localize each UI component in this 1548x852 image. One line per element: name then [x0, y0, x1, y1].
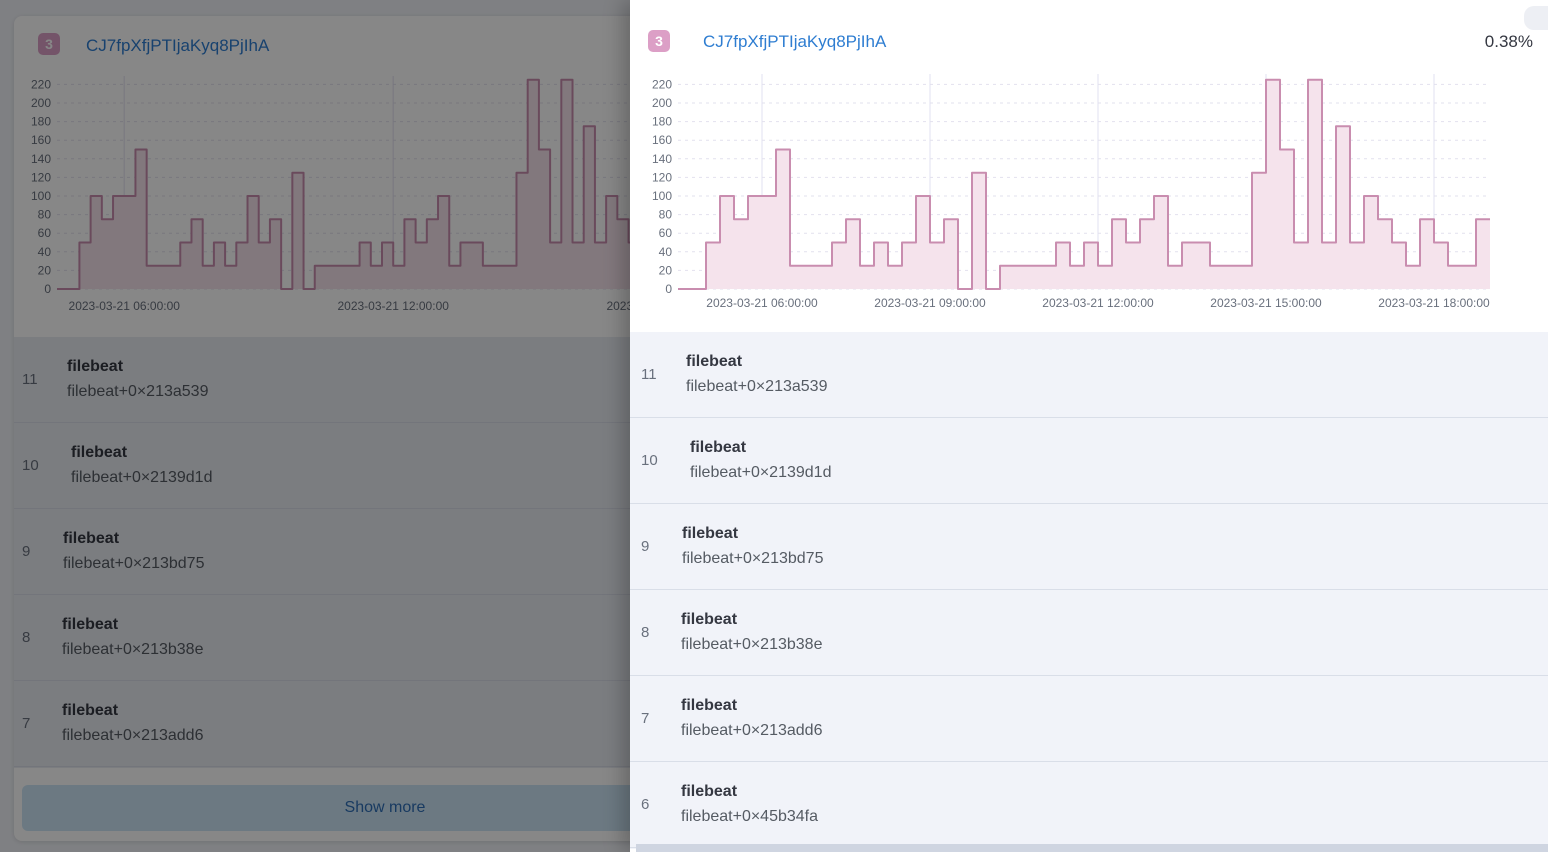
svg-text:40: 40 [659, 245, 673, 259]
detail-flyout: 3 CJ7fpXfjPTIjaKyq8PjIhA 0.38% 020406080… [630, 0, 1548, 852]
frame-index: 8 [630, 624, 681, 641]
frame-name: filebeat [681, 783, 818, 801]
svg-text:100: 100 [652, 189, 672, 203]
svg-text:220: 220 [652, 77, 672, 91]
frame-row: 10 filebeat filebeat+0×2139d1d [630, 418, 1548, 504]
function-title-link[interactable]: CJ7fpXfjPTIjaKyq8PjIhA [703, 32, 886, 52]
frame-info: filebeat filebeat+0×213a539 [681, 353, 827, 396]
frame-index: 11 [630, 366, 681, 383]
frame-index: 10 [630, 452, 681, 469]
svg-text:180: 180 [652, 115, 672, 129]
frame-info: filebeat filebeat+0×213add6 [681, 697, 822, 740]
svg-text:2023-03-21 18:00:00: 2023-03-21 18:00:00 [1378, 296, 1490, 310]
bottom-bar [636, 844, 1548, 852]
svg-text:2023-03-21 15:00:00: 2023-03-21 15:00:00 [1210, 296, 1322, 310]
flyout-close-button[interactable] [1524, 6, 1548, 30]
frame-name: filebeat [682, 525, 823, 543]
sample-percentage: 0.38% [1485, 32, 1533, 52]
svg-text:2023-03-21 12:00:00: 2023-03-21 12:00:00 [1042, 296, 1154, 310]
frame-row: 8 filebeat filebeat+0×213b38e [630, 590, 1548, 676]
frame-info: filebeat filebeat+0×213bd75 [681, 525, 823, 568]
svg-text:160: 160 [652, 133, 672, 147]
frame-address: filebeat+0×213b38e [681, 636, 822, 654]
svg-text:2023-03-21 06:00:00: 2023-03-21 06:00:00 [706, 296, 818, 310]
frame-row: 6 filebeat filebeat+0×45b34fa [630, 762, 1548, 848]
svg-text:80: 80 [659, 208, 673, 222]
rank-badge: 3 [648, 30, 670, 52]
frame-address: filebeat+0×2139d1d [690, 464, 831, 482]
frame-address: filebeat+0×45b34fa [681, 808, 818, 826]
frame-name: filebeat [690, 439, 831, 457]
frame-name: filebeat [686, 353, 827, 371]
frame-index: 7 [630, 710, 681, 727]
frame-info: filebeat filebeat+0×2139d1d [681, 439, 831, 482]
svg-text:0: 0 [665, 282, 672, 296]
svg-text:120: 120 [652, 170, 672, 184]
frame-address: filebeat+0×213a539 [686, 378, 827, 396]
svg-text:200: 200 [652, 96, 672, 110]
frame-index: 6 [630, 796, 681, 813]
svg-text:2023-03-21 09:00:00: 2023-03-21 09:00:00 [874, 296, 986, 310]
svg-text:20: 20 [659, 263, 673, 277]
samples-histogram: 0 20 40 60 80 100 120 140 160 180 200 220 2023-03-21… [642, 68, 1532, 316]
frame-row: 11 filebeat filebeat+0×213a539 [630, 332, 1548, 418]
svg-text:140: 140 [652, 152, 672, 166]
frame-info: filebeat filebeat+0×213b38e [681, 611, 822, 654]
stack-frame-list: 11 filebeat filebeat+0×213a539 10 filebe… [630, 332, 1548, 849]
frame-address: filebeat+0×213add6 [681, 722, 822, 740]
frame-row: 7 filebeat filebeat+0×213add6 [630, 676, 1548, 762]
frame-index: 9 [630, 538, 681, 555]
frame-address: filebeat+0×213bd75 [682, 550, 823, 568]
frame-info: filebeat filebeat+0×45b34fa [681, 783, 818, 826]
frame-row: 9 filebeat filebeat+0×213bd75 [630, 504, 1548, 590]
svg-text:60: 60 [659, 226, 673, 240]
frame-name: filebeat [681, 697, 822, 715]
frame-name: filebeat [681, 611, 822, 629]
